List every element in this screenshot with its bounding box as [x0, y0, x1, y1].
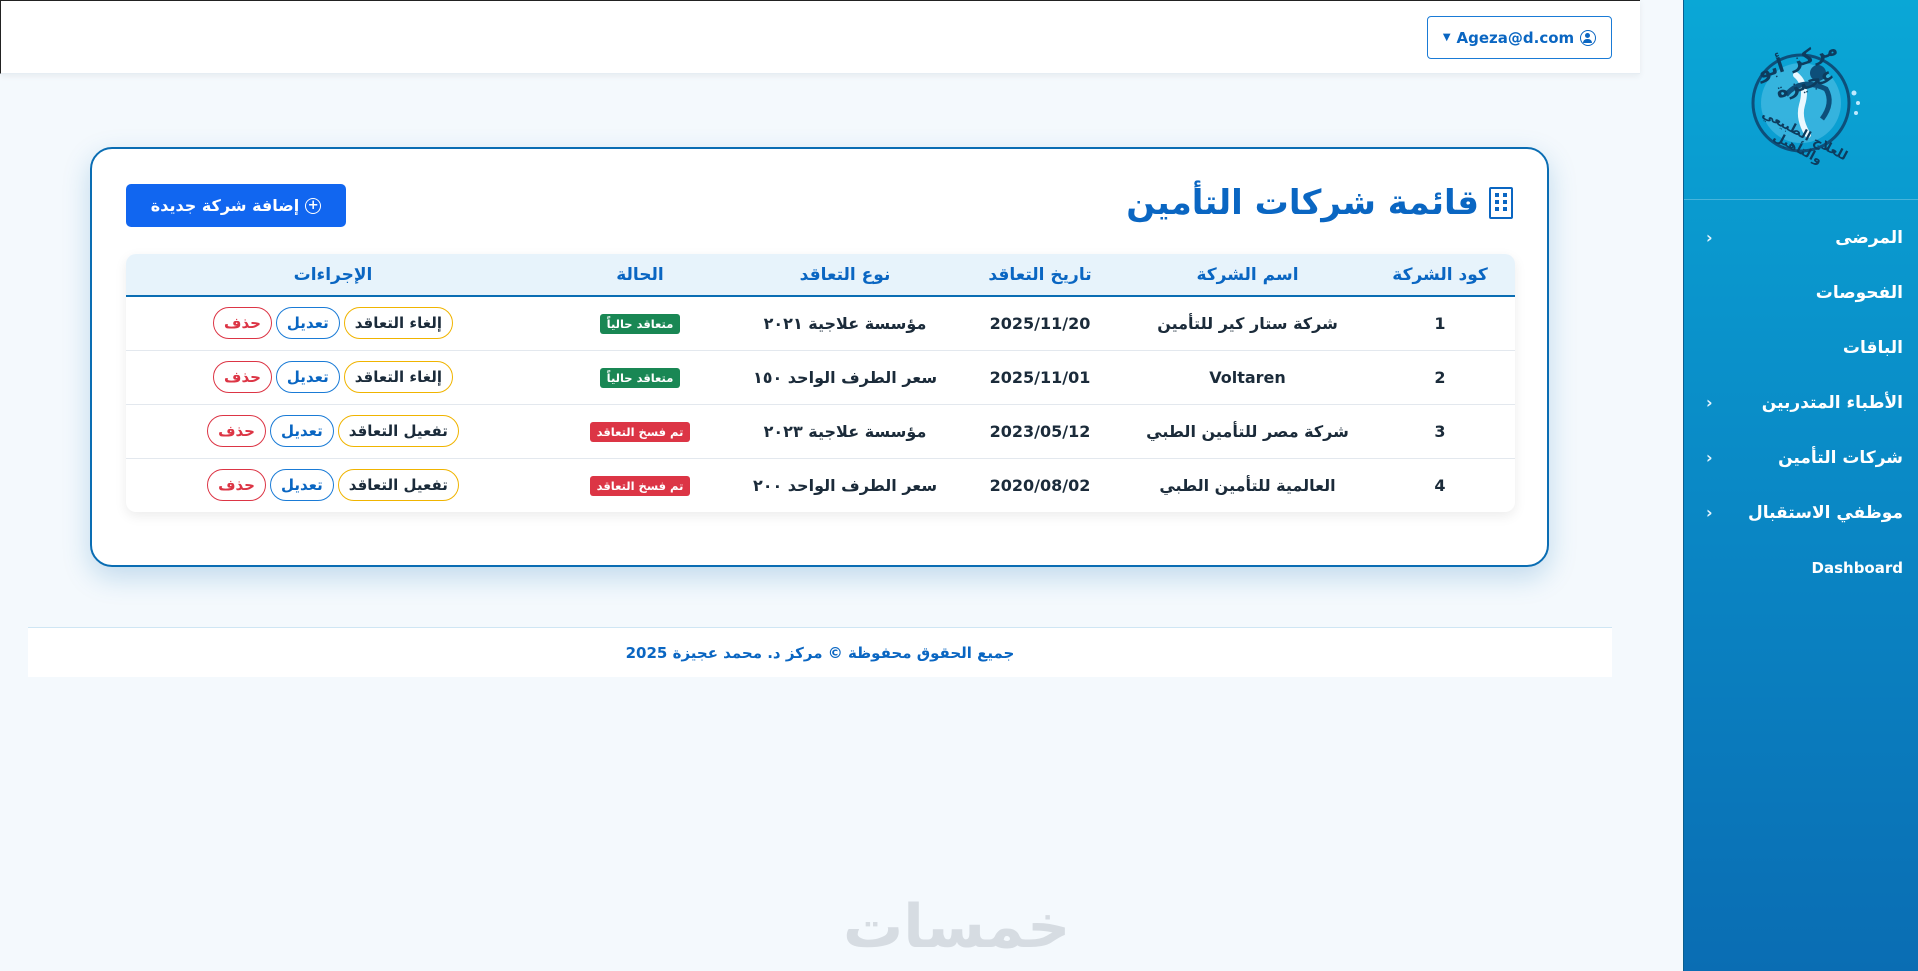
- sidebar-item-insurance-companies[interactable]: شركات التأمين ‹: [1684, 430, 1918, 485]
- table-row: 2 Voltaren 2025/11/01 سعر الطرف الواحد ١…: [126, 350, 1515, 404]
- sidebar-item-packages[interactable]: الباقات: [1684, 320, 1918, 375]
- cell-status: تم فسخ التعاقد: [540, 404, 740, 458]
- sidebar-item-label: موظفي الاستقبال: [1747, 502, 1903, 523]
- status-badge: تم فسخ التعاقد: [589, 421, 691, 442]
- user-dropdown-button[interactable]: ▼ Ageza@d.com: [1427, 16, 1612, 59]
- footer-copyright: جميع الحقوق محفوظة © مركز د. محمد عجيزة …: [625, 643, 1015, 662]
- sidebar-item-label: شركات التأمين: [1778, 447, 1903, 468]
- cell-type: سعر الطرف الواحد ١٥٠: [752, 367, 938, 387]
- cell-code: 4: [1434, 475, 1446, 495]
- cell-type: سعر الطرف الواحد ٢٠٠: [752, 475, 938, 495]
- sidebar-item-label: الفحوصات: [1815, 282, 1903, 303]
- cell-actions: إلغاء التعاقد تعديل حذف: [126, 350, 540, 404]
- cell-status: متعاقد حالياً: [540, 296, 740, 350]
- chevron-left-icon: ‹: [1706, 503, 1713, 522]
- delete-button[interactable]: حذف: [213, 361, 272, 393]
- table-row: 3 شركة مصر للتأمين الطبي 2023/05/12 مؤسس…: [126, 404, 1515, 458]
- cancel-contract-button[interactable]: إلغاء التعاقد: [343, 361, 453, 393]
- caret-down-icon: ▼: [1442, 32, 1451, 43]
- chevron-left-icon: ‹: [1706, 228, 1713, 247]
- top-bar: ▼ Ageza@d.com: [0, 0, 1640, 74]
- delete-button[interactable]: حذف: [207, 415, 266, 447]
- add-company-label: إضافة شركة جديدة: [150, 196, 300, 215]
- column-header-actions: الإجراءات: [126, 254, 540, 297]
- cell-date: 2023/05/12: [989, 421, 1091, 441]
- cell-code: 2: [1434, 367, 1446, 387]
- chevron-left-icon: ‹: [1706, 448, 1713, 467]
- page-title: قائمة شركات التأمين: [1126, 183, 1513, 223]
- sidebar-nav: المرضى ‹ الفحوصات الباقات الأطباء المتدر…: [1684, 200, 1918, 595]
- sidebar-item-examinations[interactable]: الفحوصات: [1684, 265, 1918, 320]
- cell-actions: تفعيل التعاقد تعديل حذف: [126, 404, 540, 458]
- cell-name: Voltaren: [1209, 367, 1286, 387]
- table-row: 4 العالمية للتأمين الطبي 2020/08/02 سعر …: [126, 458, 1515, 512]
- column-header-status: الحالة: [540, 254, 740, 297]
- cell-code: 3: [1434, 421, 1446, 441]
- column-header-code: كود الشركة: [1365, 254, 1515, 297]
- user-email: Ageza@d.com: [1456, 28, 1575, 47]
- sidebar-item-label: المرضى: [1835, 227, 1903, 248]
- insurance-companies-card: قائمة شركات التأمين + إضافة شركة جديدة ك…: [90, 147, 1549, 567]
- cell-type: مؤسسة علاجية ٢٠٢١: [763, 313, 927, 333]
- chevron-left-icon: ‹: [1706, 393, 1713, 412]
- cancel-contract-button[interactable]: إلغاء التعاقد: [343, 307, 453, 340]
- cell-status: متعاقد حالياً: [540, 350, 740, 404]
- cell-actions: تفعيل التعاقد تعديل حذف: [126, 458, 540, 512]
- edit-button[interactable]: تعديل: [269, 469, 334, 502]
- plus-circle-icon: +: [305, 197, 322, 214]
- cell-date: 2025/11/20: [989, 313, 1091, 333]
- user-circle-icon: [1580, 29, 1597, 46]
- cell-name: العالمية للتأمين الطبي: [1159, 475, 1336, 495]
- cell-status: تم فسخ التعاقد: [540, 458, 740, 512]
- edit-button[interactable]: تعديل: [275, 307, 340, 340]
- status-badge: تم فسخ التعاقد: [589, 475, 691, 496]
- cell-name: شركة ستار كير للتأمين: [1157, 313, 1338, 333]
- status-badge: متعاقد حالياً: [599, 367, 681, 388]
- activate-contract-button[interactable]: تفعيل التعاقد: [337, 415, 459, 447]
- sidebar-item-receptionists[interactable]: موظفي الاستقبال ‹: [1684, 485, 1918, 540]
- cell-date: 2020/08/02: [989, 475, 1091, 495]
- add-company-button[interactable]: + إضافة شركة جديدة: [126, 184, 346, 227]
- cell-name: شركة مصر للتأمين الطبي: [1146, 421, 1349, 441]
- footer: جميع الحقوق محفوظة © مركز د. محمد عجيزة …: [28, 627, 1612, 677]
- cell-type: مؤسسة علاجية ٢٠٢٣: [763, 421, 927, 441]
- logo[interactable]: مركز أبو عجيزة للعلاج الطبيعي والتأهيل: [1726, 25, 1876, 175]
- page-title-text: قائمة شركات التأمين: [1126, 183, 1479, 223]
- activate-contract-button[interactable]: تفعيل التعاقد: [337, 469, 459, 502]
- column-header-type: نوع التعاقد: [740, 254, 950, 297]
- column-header-name: اسم الشركة: [1130, 254, 1365, 297]
- cell-date: 2025/11/01: [989, 367, 1091, 387]
- delete-button[interactable]: حذف: [207, 469, 266, 502]
- table-header-row: كود الشركة اسم الشركة تاريخ التعاقد نوع …: [126, 254, 1515, 297]
- sidebar: مركز أبو عجيزة للعلاج الطبيعي والتأهيل ا…: [1683, 0, 1918, 971]
- sidebar-item-label: Dashboard: [1811, 558, 1903, 577]
- cell-actions: إلغاء التعاقد تعديل حذف: [126, 296, 540, 350]
- sidebar-item-trainee-doctors[interactable]: الأطباء المتدربين ‹: [1684, 375, 1918, 430]
- column-header-date: تاريخ التعاقد: [950, 254, 1130, 297]
- cell-code: 1: [1434, 313, 1446, 333]
- sidebar-item-patients[interactable]: المرضى ‹: [1684, 210, 1918, 265]
- sidebar-item-label: الأطباء المتدربين: [1761, 392, 1903, 413]
- logo-area: مركز أبو عجيزة للعلاج الطبيعي والتأهيل: [1684, 0, 1918, 200]
- edit-button[interactable]: تعديل: [269, 415, 334, 447]
- delete-button[interactable]: حذف: [213, 307, 272, 340]
- edit-button[interactable]: تعديل: [275, 361, 340, 393]
- insurance-companies-table: كود الشركة اسم الشركة تاريخ التعاقد نوع …: [126, 254, 1515, 512]
- sidebar-item-label: الباقات: [1842, 337, 1903, 358]
- building-icon: [1489, 187, 1513, 219]
- watermark-logo: خمسات: [843, 892, 1071, 962]
- table-row: 1 شركة ستار كير للتأمين 2025/11/20 مؤسسة…: [126, 296, 1515, 350]
- status-badge: متعاقد حالياً: [599, 313, 681, 334]
- sidebar-item-dashboard[interactable]: Dashboard: [1684, 540, 1918, 595]
